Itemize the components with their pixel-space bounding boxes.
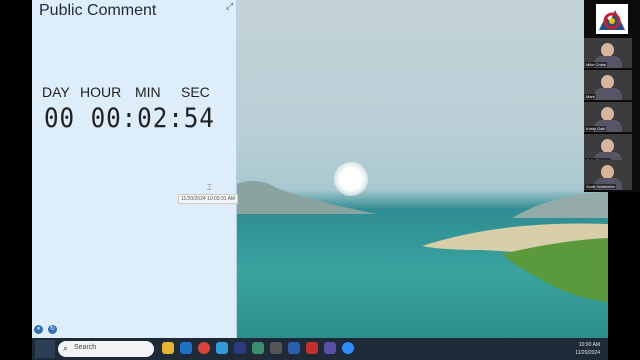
edge-icon[interactable]: [216, 342, 228, 354]
countdown-labels: DAY HOUR MIN SEC: [42, 84, 232, 100]
participant-body: [594, 88, 622, 100]
search-placeholder: Search: [74, 344, 97, 351]
participant-name: Mark: [585, 94, 596, 99]
label-day: DAY: [42, 84, 70, 100]
clock-time: 10:00 AM: [578, 342, 600, 348]
countdown-widget: Public Comment ⤢ DAY HOUR MIN SEC 00 00:…: [32, 0, 237, 338]
file-explorer-icon[interactable]: [162, 342, 174, 354]
expand-icon[interactable]: ⤢: [226, 1, 233, 12]
participant-face: [601, 139, 614, 153]
wallpaper-hill-right: [512, 192, 608, 218]
clock-app-icon[interactable]: [270, 342, 282, 354]
participant-name: Scott Schleicher: [585, 184, 616, 189]
participant-tile[interactable]: Scott Schleicher: [584, 160, 632, 190]
taskbar-search[interactable]: ⌕ Search: [58, 341, 154, 357]
teams-icon[interactable]: [324, 342, 336, 354]
mail-icon[interactable]: [180, 342, 192, 354]
word-icon[interactable]: [288, 342, 300, 354]
participant-face: [601, 75, 614, 89]
participant-face: [601, 165, 614, 179]
label-sec: SEC: [181, 84, 210, 100]
app-icon[interactable]: [252, 342, 264, 354]
chrome-icon[interactable]: [198, 342, 210, 354]
participant-face: [601, 107, 614, 121]
zoom-icon[interactable]: [342, 342, 354, 354]
pause-button[interactable]: ⏸: [34, 325, 43, 334]
pdf-icon[interactable]: [306, 342, 318, 354]
label-min: MIN: [135, 84, 161, 100]
wallpaper-hill-left: [237, 180, 377, 214]
widget-title: Public Comment: [39, 2, 157, 19]
participant-name: Mike Cross: [585, 62, 608, 67]
search-icon: ⌕: [63, 343, 69, 353]
app-icon[interactable]: [234, 342, 246, 354]
participant-tile[interactable]: Mark: [584, 70, 632, 100]
start-button[interactable]: [35, 340, 55, 358]
participant-face: [601, 43, 614, 57]
taskbar: ⌕ Search 10:00 AM 11/20/2024: [32, 338, 608, 360]
countdown-display: 00 00:02:54: [44, 103, 215, 134]
clock-date: 11/20/2024: [575, 350, 600, 356]
cursor-icon: ⌶: [207, 183, 212, 192]
participant-tile[interactable]: Mike Cross: [584, 38, 632, 68]
system-clock: 10:00 AM 11/20/2024: [575, 341, 600, 357]
wallpaper-shore: [422, 223, 608, 302]
participant-name: Kristy Gatt: [585, 126, 606, 131]
colorado-logo-icon: [596, 4, 628, 34]
timestamp-tooltip: 11/20/2024 10:03:31 AM: [178, 194, 239, 204]
label-hour: HOUR: [80, 84, 122, 100]
reset-button[interactable]: ↻: [48, 325, 57, 334]
participant-tile[interactable]: Kristy Gatt: [584, 102, 632, 132]
